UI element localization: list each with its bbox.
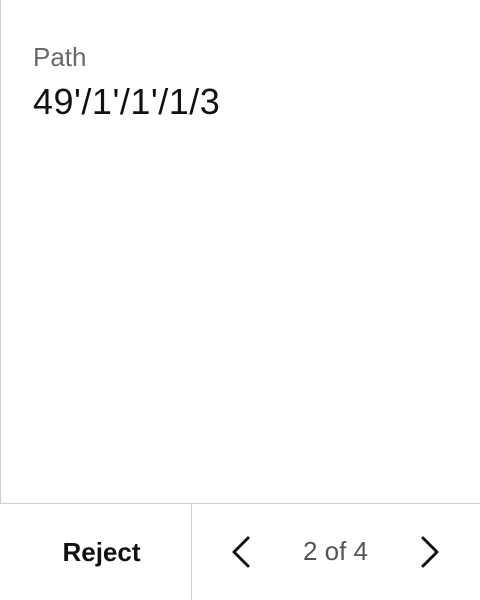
field-label: Path <box>33 42 87 72</box>
field-value: 49'/1'/1'/1/3 <box>33 81 221 122</box>
detail-panel: Path 49'/1'/1'/1/3 <box>0 0 480 504</box>
next-page-button[interactable] <box>405 528 453 576</box>
footer-bar: Reject 2 of 4 <box>0 504 480 600</box>
page-indicator: 2 of 4 <box>302 536 369 566</box>
previous-page-button[interactable] <box>218 528 266 576</box>
reject-button[interactable]: Reject <box>0 504 192 600</box>
chevron-right-icon <box>421 536 439 568</box>
chevron-left-icon <box>232 536 250 568</box>
pager: 2 of 4 <box>192 504 480 600</box>
